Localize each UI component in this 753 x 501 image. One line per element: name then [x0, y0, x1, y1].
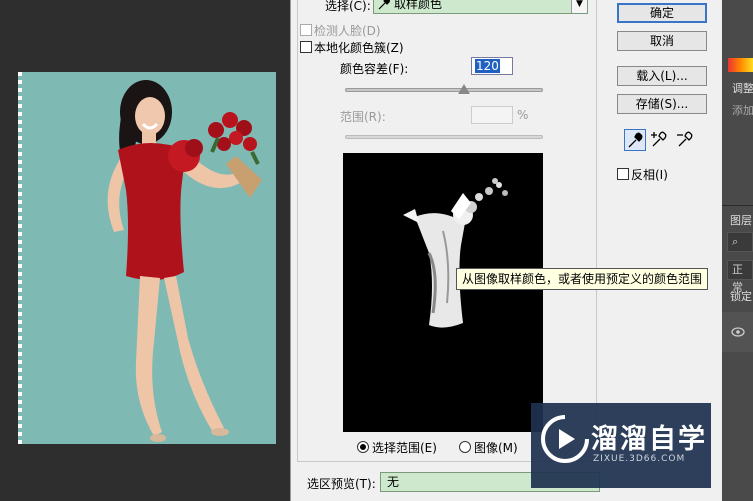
- right-panels: 调整 添加 图层 ⌕ 正常 锁定: [722, 0, 753, 501]
- save-button[interactable]: 存储(S)...: [617, 94, 707, 114]
- photoshop-workspace: [0, 0, 290, 501]
- selection-preview[interactable]: [343, 153, 543, 432]
- image-radio[interactable]: [459, 441, 471, 453]
- select-label: 选择(C):: [325, 0, 371, 13]
- adjustments-tab[interactable]: 调整: [732, 80, 753, 96]
- layer-search-field[interactable]: ⌕: [727, 232, 753, 252]
- layer-row[interactable]: [722, 312, 753, 352]
- color-swatch-strip[interactable]: [728, 58, 753, 72]
- ok-button[interactable]: 确定: [617, 3, 707, 23]
- watermark-logo: 溜溜自学 ZIXUE.3D66.COM: [531, 403, 711, 488]
- panel-divider: [722, 205, 753, 206]
- eye-icon[interactable]: [731, 327, 745, 337]
- mask-preview-image: [403, 178, 508, 328]
- fuzziness-slider[interactable]: [345, 88, 543, 92]
- range-slider[interactable]: [345, 135, 543, 139]
- select-dropdown[interactable]: 取样颜色 ▼: [373, 0, 588, 14]
- eyedropper-plus-icon[interactable]: [649, 129, 671, 151]
- eyedropper-tooltip: 从图像取样颜色，或者使用预定义的颜色范围: [456, 268, 709, 290]
- blend-mode-select[interactable]: 正常: [727, 260, 753, 294]
- search-icon: ⌕: [732, 235, 739, 248]
- localized-clusters-label: 本地化颜色簇(Z): [314, 41, 404, 55]
- localized-clusters-checkbox[interactable]: [300, 41, 312, 53]
- watermark-title: 溜溜自学: [591, 424, 707, 455]
- invert-checkbox[interactable]: [617, 168, 629, 180]
- selection-preview-label: 选区预览(T):: [307, 477, 376, 491]
- watermark-subtitle: ZIXUE.3D66.COM: [593, 454, 686, 464]
- fuzziness-input[interactable]: 120: [471, 57, 513, 75]
- document-canvas[interactable]: [18, 72, 276, 444]
- range-unit: %: [517, 108, 529, 122]
- eyedropper-icon[interactable]: [624, 129, 646, 151]
- detect-faces-label: 检测人脸(D): [314, 24, 381, 38]
- eyedropper-small-icon: [378, 0, 390, 10]
- range-label: 范围(R):: [340, 110, 386, 124]
- invert-label: 反相(I): [631, 168, 668, 182]
- play-logo-icon: [541, 415, 589, 463]
- layers-tab[interactable]: 图层: [730, 212, 752, 228]
- woman-red-dress-photo: [107, 80, 262, 442]
- selection-radio-label: 选择范围(E): [372, 441, 437, 455]
- chevron-down-icon[interactable]: ▼: [571, 0, 587, 13]
- range-input[interactable]: [471, 106, 513, 124]
- fuzziness-label: 颜色容差(F):: [340, 62, 409, 76]
- fuzziness-slider-thumb[interactable]: [458, 84, 470, 94]
- lock-label: 锁定: [730, 290, 752, 303]
- detect-faces-checkbox[interactable]: [300, 24, 312, 36]
- selection-radio[interactable]: [357, 441, 369, 453]
- adjustments-add-label: 添加: [732, 104, 753, 117]
- image-radio-label: 图像(M): [474, 441, 518, 455]
- load-button[interactable]: 载入(L)...: [617, 66, 707, 86]
- cancel-button[interactable]: 取消: [617, 31, 707, 51]
- eyedropper-minus-icon[interactable]: [675, 129, 697, 151]
